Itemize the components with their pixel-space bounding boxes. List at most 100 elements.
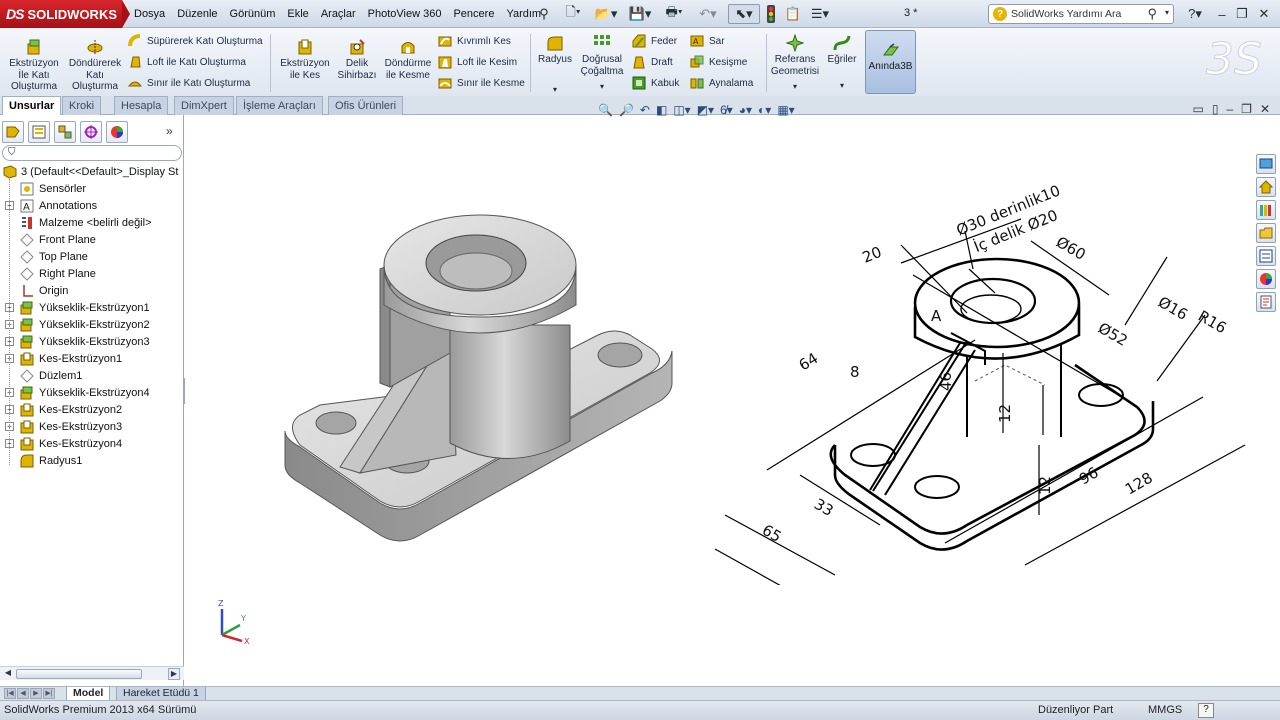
tree-item[interactable]: Düzlem1: [0, 367, 184, 384]
file-properties-icon[interactable]: 📋: [784, 4, 802, 24]
scrollbar-thumb[interactable]: [16, 669, 142, 679]
chevron-down-icon[interactable]: ▾: [600, 81, 604, 93]
rebuild-icon[interactable]: [764, 4, 778, 24]
tree-item[interactable]: Malzeme <belirli değil>: [0, 214, 184, 231]
revolve-boss-button[interactable]: Döndürerek Katı Oluşturma: [66, 38, 124, 93]
tab-office-products[interactable]: Ofis Ürünleri: [328, 96, 404, 115]
menu-file[interactable]: Dosya: [128, 8, 171, 20]
tab-sketch[interactable]: Kroki: [62, 96, 102, 115]
zoom-area-icon[interactable]: 🔎: [619, 103, 634, 117]
boundary-cut-button[interactable]: Sınır ile Kesme: [438, 74, 525, 92]
tree-item[interactable]: Top Plane: [0, 248, 184, 265]
sweep-boss-button[interactable]: Süpürerek Katı Oluşturma: [128, 32, 263, 50]
file-explorer-icon[interactable]: [1256, 223, 1276, 243]
draft-button[interactable]: Draft: [632, 53, 673, 71]
tree-root[interactable]: 3 (Default<<Default>_Display St: [0, 163, 184, 180]
solidworks-resources-icon[interactable]: [1256, 154, 1276, 174]
tab-dimxpert[interactable]: DimXpert: [174, 96, 234, 115]
section-view-icon[interactable]: ◧: [656, 103, 667, 117]
tree-item[interactable]: Right Plane: [0, 265, 184, 282]
wrap-button[interactable]: A Sar: [690, 32, 725, 50]
tree-item[interactable]: + Kes-Ekstrüzyon2: [0, 401, 184, 418]
boundary-boss-button[interactable]: Sınır ile Katı Oluşturma: [128, 74, 250, 92]
open-icon[interactable]: 📂▾: [592, 4, 620, 24]
mirror-button[interactable]: Aynalama: [690, 74, 753, 92]
extrude-boss-button[interactable]: Ekstrüzyon İle Katı Oluşturma: [6, 38, 62, 93]
tab-features[interactable]: Unsurlar: [2, 96, 62, 115]
print-icon[interactable]: 🖶▾: [660, 4, 688, 24]
tab-motion-study[interactable]: Hareket Etüdü 1: [116, 687, 206, 701]
extrude-cut-button[interactable]: Ekstrüzyon ile Kes: [278, 38, 332, 81]
instant3d-button[interactable]: Anında3B: [865, 30, 916, 94]
swept-cut-button[interactable]: Kıvrımlı Kes: [438, 32, 511, 50]
tree-item[interactable]: Sensörler: [0, 180, 184, 197]
select-icon[interactable]: ⬉▾: [728, 4, 760, 24]
options-icon[interactable]: ☰▾: [806, 4, 834, 24]
doc-restore-icon[interactable]: ❐: [1241, 102, 1252, 116]
menu-tools[interactable]: Araçlar: [315, 8, 362, 20]
view-settings-icon[interactable]: ▦▾: [777, 103, 794, 117]
menu-edit[interactable]: Düzenle: [171, 8, 223, 20]
edit-appearance-icon[interactable]: ◕▾: [739, 103, 752, 117]
hide-show-icon[interactable]: 6̸▾: [720, 103, 733, 117]
apply-scene-icon[interactable]: ◐▾: [758, 103, 771, 117]
doc-minimize-icon[interactable]: –: [1226, 102, 1233, 116]
scroll-left-icon[interactable]: ◀: [2, 668, 14, 680]
solidworks-logo[interactable]: DS SOLIDWORKS: [0, 0, 122, 28]
feature-tree-filter[interactable]: ⛉: [2, 145, 182, 161]
status-help-button[interactable]: ?: [1198, 703, 1214, 718]
loft-cut-button[interactable]: Loft ile Kesim: [438, 53, 517, 71]
display-style-icon[interactable]: ◩▾: [697, 103, 714, 117]
rib-button[interactable]: Feder: [632, 32, 677, 50]
linear-pattern-button[interactable]: Doğrusal Çoğaltma ▾: [578, 34, 626, 93]
part-3d-model[interactable]: [280, 205, 680, 545]
home-icon[interactable]: [1256, 177, 1276, 197]
last-tab-icon[interactable]: ▶|: [43, 688, 55, 699]
menu-photoview[interactable]: PhotoView 360: [362, 8, 448, 20]
fillet-button[interactable]: Radyus ▾: [536, 34, 574, 95]
display-manager-tab[interactable]: [106, 121, 128, 143]
feature-tree-tab[interactable]: [2, 121, 24, 143]
intersect-button[interactable]: Kesişme: [690, 53, 747, 71]
shell-button[interactable]: Kabuk: [632, 74, 679, 92]
configuration-manager-tab[interactable]: [54, 121, 76, 143]
menu-insert[interactable]: Ekle: [281, 8, 314, 20]
tab-model[interactable]: Model: [66, 687, 111, 701]
panel-expand-icon[interactable]: »: [166, 124, 173, 138]
view-orientation-icon[interactable]: ◫▾: [673, 103, 690, 117]
graphics-area[interactable]: Ø30 derinlik10 İç delik Ø20 20 Ø60 Ø16 R…: [185, 115, 1280, 686]
doc-close-icon[interactable]: ✕: [1260, 102, 1270, 116]
horizontal-scrollbar[interactable]: ◀ ▶: [0, 666, 184, 680]
undo-icon[interactable]: ↶▾: [694, 4, 722, 24]
tree-item[interactable]: + Yükseklik-Ekstrüzyon3: [0, 333, 184, 350]
tree-item[interactable]: + Yükseklik-Ekstrüzyon1: [0, 299, 184, 316]
new-document-icon[interactable]: 🗋▾: [560, 4, 586, 24]
tile-vertical-icon[interactable]: ▯: [1212, 102, 1219, 116]
tree-item[interactable]: + Kes-Ekstrüzyon3: [0, 418, 184, 435]
dimxpert-manager-tab[interactable]: [80, 121, 102, 143]
menu-view[interactable]: Görünüm: [224, 8, 282, 20]
revolve-cut-button[interactable]: Döndürme ile Kesme: [382, 38, 434, 81]
curves-button[interactable]: Eğriler ▾: [824, 34, 860, 91]
save-icon[interactable]: 💾▾: [626, 4, 654, 24]
tree-item[interactable]: + Yükseklik-Ekstrüzyon4: [0, 384, 184, 401]
previous-view-icon[interactable]: ↶: [640, 103, 650, 117]
view-palette-icon[interactable]: [1256, 246, 1276, 266]
next-tab-icon[interactable]: ▶: [30, 688, 42, 699]
help-search-input[interactable]: ? SolidWorks Yardımı Ara ⚲ ▾: [988, 4, 1174, 24]
prev-tab-icon[interactable]: ◀: [17, 688, 29, 699]
tile-horizontal-icon[interactable]: ▭: [1193, 102, 1204, 116]
tree-item[interactable]: Origin: [0, 282, 184, 299]
view-triad[interactable]: Z Y X: [210, 595, 260, 645]
pin-icon[interactable]: ⚲: [536, 4, 552, 24]
minimize-icon[interactable]: –: [1214, 4, 1230, 24]
restore-icon[interactable]: ❐: [1234, 4, 1250, 24]
chevron-down-icon[interactable]: ▾: [553, 84, 557, 96]
status-units[interactable]: MMGS: [1148, 704, 1182, 716]
tab-processing-tools[interactable]: İşleme Araçları: [236, 96, 323, 115]
close-icon[interactable]: ✕: [1256, 4, 1272, 24]
scroll-right-icon[interactable]: ▶: [168, 668, 180, 680]
appearances-icon[interactable]: [1256, 269, 1276, 289]
tree-item[interactable]: + Kes-Ekstrüzyon1: [0, 350, 184, 367]
first-tab-icon[interactable]: |◀: [4, 688, 16, 699]
